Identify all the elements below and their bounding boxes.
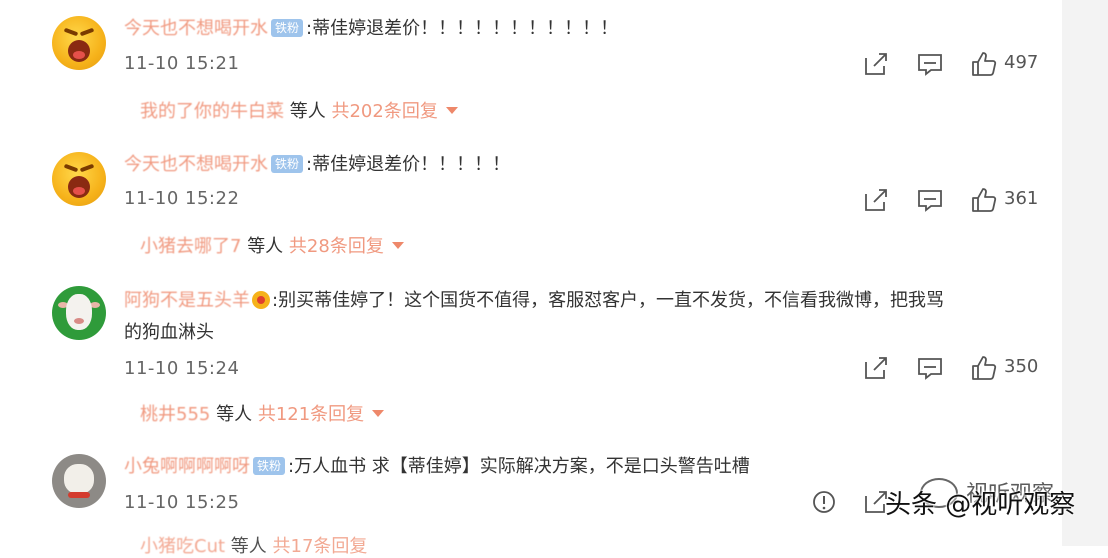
reply-user[interactable]: 小猪吃Cut (140, 536, 225, 557)
caret-down-icon[interactable] (391, 242, 404, 249)
share-icon[interactable] (862, 354, 890, 382)
comment-line: 小兔啊啊啊啊呀 铁粉:万人血书 求【蒂佳婷】实际解决方案，不是口头警告吐槽 (124, 454, 750, 480)
comment-icon[interactable] (916, 186, 944, 214)
comment-text: :万人血书 求【蒂佳婷】实际解决方案，不是口头警告吐槽 (288, 456, 750, 477)
comment-actions: 497 (862, 50, 1042, 78)
comment-timestamp: 11-10 15:24 (124, 358, 240, 379)
reply-user[interactable]: 小猪去哪了7 (140, 236, 241, 257)
comment-timestamp: 11-10 15:22 (124, 188, 240, 209)
share-icon[interactable] (862, 50, 890, 78)
reply-user[interactable]: 桃井555 (140, 404, 210, 425)
fan-badge[interactable]: 铁粉 (271, 155, 304, 173)
fan-badge[interactable]: 铁粉 (253, 457, 286, 475)
avatar[interactable] (52, 286, 106, 340)
replies-summary[interactable]: 我的了你的牛白菜 等人 共202条回复 (140, 97, 458, 123)
comment-text: :蒂佳婷退差价！！！！！ (306, 154, 511, 175)
reply-count[interactable]: 共17条回复 (273, 536, 368, 557)
caret-down-icon[interactable] (372, 410, 385, 417)
share-icon[interactable] (862, 186, 890, 214)
like-icon[interactable] (970, 186, 998, 214)
comment-username[interactable]: 今天也不想喝开水 (124, 18, 268, 39)
comment-username[interactable]: 阿狗不是五头羊 (124, 290, 250, 311)
watermark-text: 头条 @视听观察 (885, 490, 1076, 520)
avatar[interactable] (52, 16, 106, 70)
comment-item: 阿狗不是五头羊 :别买蒂佳婷了！这个国货不值得，客服怼客户，一直不发货，不信看我微… (0, 270, 1062, 438)
reply-deng: 等人 (230, 536, 267, 557)
right-gutter (1062, 0, 1108, 546)
like-count: 497 (1004, 52, 1039, 73)
replies-summary[interactable]: 桃井555 等人 共121条回复 (140, 400, 385, 426)
reply-count[interactable]: 共121条回复 (258, 404, 364, 425)
fan-badge[interactable]: 铁粉 (271, 19, 304, 37)
like-count: 350 (1004, 356, 1039, 377)
replies-summary[interactable]: 小猪吃Cut 等人 共17条回复 (140, 532, 367, 558)
comment-line: 今天也不想喝开水 铁粉:蒂佳婷退差价！！！！！ (124, 152, 510, 178)
comment-timestamp: 11-10 15:25 (124, 492, 240, 513)
comment-text: :别买蒂佳婷了！这个国货不值得，客服怼客户，一直不发货，不信看我微博，把我骂 (272, 290, 945, 311)
reply-user[interactable]: 我的了你的牛白菜 (140, 101, 284, 122)
caret-down-icon[interactable] (445, 107, 458, 114)
reply-deng: 等人 (247, 236, 284, 257)
comment-line: 今天也不想喝开水 铁粉:蒂佳婷退差价！！！！！！！！！！！ (124, 16, 618, 42)
report-icon[interactable] (810, 488, 838, 516)
comment-item: 今天也不想喝开水 铁粉:蒂佳婷退差价！！！！！ 11-10 15:22 361 小… (0, 140, 1062, 270)
avatar[interactable] (52, 454, 106, 508)
avatar[interactable] (52, 152, 106, 206)
like-icon[interactable] (970, 354, 998, 382)
comment-icon[interactable] (916, 50, 944, 78)
like-icon[interactable] (970, 50, 998, 78)
vip-icon (252, 291, 270, 309)
comment-timestamp: 11-10 15:21 (124, 53, 240, 74)
comment-item: 今天也不想喝开水 铁粉:蒂佳婷退差价！！！！！！！！！！！ 11-10 15:21… (0, 0, 1062, 140)
comment-icon[interactable] (916, 354, 944, 382)
comment-actions: 361 (862, 186, 1042, 214)
comment-text: :蒂佳婷退差价！！！！！！！！！！！ (306, 18, 619, 39)
comment-username[interactable]: 小兔啊啊啊啊呀 (124, 456, 250, 477)
reply-count[interactable]: 共202条回复 (331, 101, 437, 122)
replies-summary[interactable]: 小猪去哪了7 等人 共28条回复 (140, 232, 404, 258)
comment-username[interactable]: 今天也不想喝开水 (124, 154, 268, 175)
comment-actions: 350 (862, 354, 1042, 382)
comment-text-continued: 的狗血淋头 (124, 322, 214, 343)
comment-line: 阿狗不是五头羊 :别买蒂佳婷了！这个国货不值得，客服怼客户，一直不发货，不信看我微… (124, 288, 944, 314)
reply-count[interactable]: 共28条回复 (289, 236, 384, 257)
reply-deng: 等人 (216, 404, 253, 425)
like-count: 361 (1004, 188, 1039, 209)
reply-deng: 等人 (289, 101, 326, 122)
